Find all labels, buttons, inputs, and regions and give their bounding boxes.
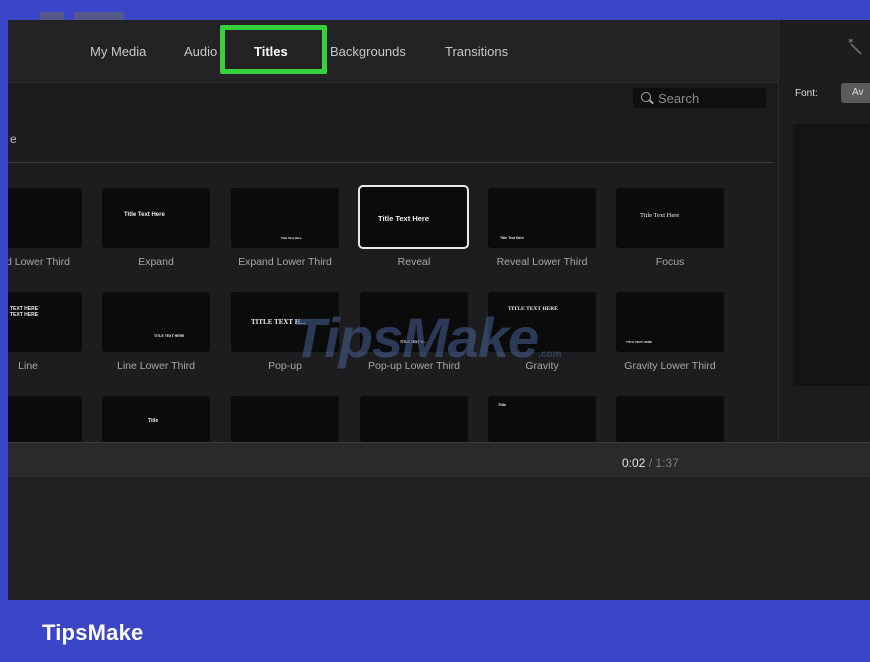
- thumb-text: Title: [498, 402, 507, 407]
- total-time: 1:37: [655, 456, 679, 470]
- search-placeholder: Search: [658, 90, 700, 106]
- tab-audio[interactable]: Audio: [184, 44, 217, 59]
- title-thumbnail[interactable]: [8, 188, 82, 248]
- inspector-panel: Font: Av: [778, 20, 870, 442]
- window-control: [40, 12, 64, 20]
- title-thumbnail-reveal-lower-third[interactable]: Title Text Here: [488, 188, 596, 248]
- tab-titles[interactable]: Titles: [254, 44, 288, 59]
- title-thumbnail-gravity-lower-third[interactable]: TITLE TEXT HERE: [616, 292, 724, 352]
- time-separator: /: [648, 456, 653, 470]
- title-thumbnail[interactable]: [360, 396, 468, 442]
- timeline-bar: 0:02 / 1:37: [8, 442, 870, 477]
- title-thumbnail-expand[interactable]: Title Text Here: [102, 188, 210, 248]
- watermark-text: TipsMake: [292, 306, 539, 369]
- search-field[interactable]: Search: [633, 88, 766, 108]
- current-time: 0:02: [622, 456, 646, 470]
- title-caption: Gravity Lower Third: [624, 360, 716, 372]
- timecode: 0:02 / 1:37: [622, 456, 679, 470]
- title-caption: Expand: [138, 256, 174, 268]
- watermark: TipsMake.com: [292, 305, 562, 370]
- tab-transitions[interactable]: Transitions: [445, 44, 508, 59]
- inspector-preview: [793, 124, 870, 386]
- section-label: e: [10, 132, 17, 146]
- thumb-text: Title Text Here: [281, 236, 302, 240]
- thumb-text: Title Text Here: [378, 214, 429, 223]
- title-thumbnail[interactable]: [616, 396, 724, 442]
- thumb-text: Title: [148, 418, 159, 424]
- title-thumbnail-reveal[interactable]: Title Text Here: [358, 185, 469, 249]
- search-row: Search: [8, 82, 778, 112]
- thumb-text: TITLE TEXT HERE: [626, 340, 653, 344]
- font-select[interactable]: Av: [841, 83, 870, 103]
- title-thumbnail[interactable]: [231, 396, 339, 442]
- title-thumbnail[interactable]: [8, 396, 82, 442]
- thumb-text: Title Text Here: [124, 212, 165, 218]
- font-label: Font:: [795, 88, 818, 99]
- title-caption: Reveal Lower Third: [496, 256, 588, 268]
- magic-wand-icon[interactable]: [847, 36, 863, 56]
- title-thumbnail[interactable]: Title: [488, 396, 596, 442]
- title-thumbnail-focus[interactable]: Title Text Here: [616, 188, 724, 248]
- thumb-text: Title Text Here: [500, 236, 524, 240]
- title-thumbnail[interactable]: Title: [102, 396, 210, 442]
- thumb-text: TITLE TEXT HERE: [154, 334, 185, 338]
- tab-my-media[interactable]: My Media: [90, 44, 146, 59]
- watermark-suffix: .com: [538, 349, 562, 360]
- title-caption: Reveal: [397, 256, 431, 268]
- title-thumbnail-expand-lower-third[interactable]: Title Text Here: [231, 188, 339, 248]
- title-thumbnail-line[interactable]: TEXT HERE TEXT HERE: [8, 292, 82, 352]
- tab-backgrounds[interactable]: Backgrounds: [330, 44, 406, 59]
- title-caption: ard Lower Third: [8, 256, 70, 268]
- thumb-text: Title Text Here: [640, 212, 680, 219]
- thumb-text: TEXT HERE TEXT HERE: [10, 306, 39, 318]
- top-strip: [0, 0, 870, 20]
- title-caption: Expand Lower Third: [238, 256, 332, 268]
- title-caption: Line: [18, 360, 38, 372]
- window-control: [74, 12, 124, 20]
- title-thumbnail-line-lower-third[interactable]: TITLE TEXT HERE: [102, 292, 210, 352]
- title-caption: Focus: [655, 256, 685, 268]
- brand-logo: TipsMake: [42, 620, 144, 645]
- search-icon: [641, 92, 653, 104]
- section-divider: [8, 162, 774, 163]
- title-caption: Line Lower Third: [116, 360, 196, 372]
- browser-tab-bar: My Media Audio Titles Backgrounds Transi…: [8, 20, 778, 82]
- timeline-area[interactable]: [8, 477, 870, 600]
